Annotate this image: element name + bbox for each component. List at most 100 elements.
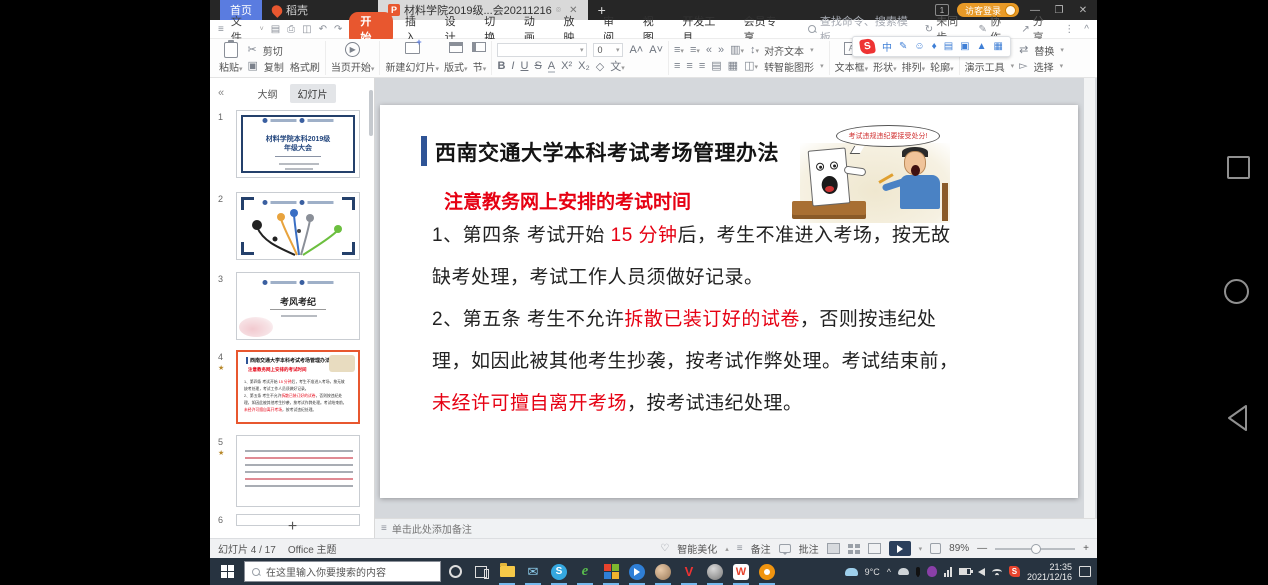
clock[interactable]: 21:352021/12/16 xyxy=(1027,562,1072,582)
indent-icon[interactable]: » xyxy=(718,45,724,56)
wps-button[interactable]: W xyxy=(729,558,753,585)
sogou-tray-icon[interactable]: S xyxy=(1009,566,1020,577)
zoom-slider[interactable] xyxy=(995,548,1075,550)
cortana-button[interactable] xyxy=(443,558,467,585)
store-button[interactable] xyxy=(599,558,623,585)
android-recents-button[interactable] xyxy=(1227,156,1250,179)
char-spacing-icon[interactable]: 文▾ xyxy=(610,58,625,74)
present-tools-button[interactable]: 演示工具 xyxy=(965,59,1005,74)
undo-icon[interactable]: ↶ xyxy=(319,24,327,35)
tray-expand-icon[interactable]: ^ xyxy=(887,567,891,577)
format-painter-button[interactable]: 格式刷 xyxy=(290,59,320,74)
browser-button[interactable] xyxy=(625,558,649,585)
mail-button[interactable]: ✉ xyxy=(521,558,545,585)
meeting-app-button[interactable] xyxy=(703,558,727,585)
italic-icon[interactable]: I xyxy=(511,60,514,72)
ie-button[interactable]: e xyxy=(573,558,597,585)
android-home-button[interactable] xyxy=(1224,279,1249,304)
columns-icon[interactable]: ◫▾ xyxy=(744,61,758,72)
ime-mic-icon[interactable]: ♦ xyxy=(932,41,937,52)
align-left-icon[interactable]: ≡ xyxy=(674,61,680,72)
zoom-in-button[interactable]: + xyxy=(1083,543,1089,554)
slide-thumbnail-3[interactable]: 考风考纪 xyxy=(236,272,360,340)
panel-scrollbar[interactable] xyxy=(369,90,373,136)
select-button[interactable]: 选择 xyxy=(1034,59,1054,74)
ime-emoji-icon[interactable]: ☺ xyxy=(914,41,924,52)
font-color-icon[interactable]: A xyxy=(548,60,555,72)
play-current-button[interactable]: ▶ 当页开始▾ xyxy=(331,42,375,74)
notes-toggle-button[interactable]: 备注 xyxy=(751,541,771,556)
taskbar-search[interactable]: 在这里输入你要搜索的内容 xyxy=(244,561,441,582)
superscript-icon[interactable]: X² xyxy=(561,60,572,72)
temperature-label[interactable]: 9°C xyxy=(865,567,880,577)
justify-icon[interactable]: ▤ xyxy=(711,61,721,72)
outdent-icon[interactable]: « xyxy=(706,45,712,56)
font-name-input[interactable]: ▾ xyxy=(497,43,587,57)
orange-app-button[interactable] xyxy=(755,558,779,585)
ime-skin-icon[interactable]: ▦ xyxy=(994,41,1003,52)
weather-icon[interactable] xyxy=(845,568,858,576)
fit-to-window-icon[interactable] xyxy=(930,543,941,554)
current-slide[interactable]: 西南交通大学本科考试考场管理办法 注意教务网上安排的考试时间 xyxy=(380,105,1078,498)
print-icon[interactable]: ⎙ xyxy=(287,24,295,35)
slide-thumbnail-4-selected[interactable]: 西南交通大学本科考试考场管理办法 注意教务网上安排的考试时间 1、第四条 考试开… xyxy=(236,350,360,424)
bold-icon[interactable]: B xyxy=(497,60,505,72)
battery-icon[interactable] xyxy=(959,568,971,575)
zoom-level[interactable]: 89% xyxy=(949,543,969,554)
ime-lang-icon[interactable]: 中 xyxy=(882,39,892,54)
ime-keyboard-icon[interactable]: ▤ xyxy=(944,41,953,52)
font-size-input[interactable]: 0▾ xyxy=(593,43,623,57)
panel-collapse-icon[interactable]: « xyxy=(218,87,224,99)
skype-button[interactable]: S xyxy=(547,558,571,585)
task-view-button[interactable] xyxy=(469,558,493,585)
subscript-icon[interactable]: X₂ xyxy=(578,60,590,72)
save-icon[interactable]: ▤ xyxy=(271,24,280,35)
preview-icon[interactable]: ◫ xyxy=(302,24,311,35)
cloud-sync-icon[interactable] xyxy=(898,568,909,575)
ime-clipboard-icon[interactable]: ▣ xyxy=(960,41,969,52)
canvas-scrollbar[interactable] xyxy=(1084,78,1095,518)
distribute-icon[interactable]: ▦ xyxy=(728,61,738,72)
align-center-icon[interactable]: ≡ xyxy=(686,61,692,72)
signal-icon[interactable] xyxy=(944,567,952,577)
beautify-button[interactable]: 智能美化 xyxy=(677,541,717,556)
slide-thumbnail-5[interactable] xyxy=(236,435,360,507)
layout-button[interactable]: 版式▾ xyxy=(444,42,468,74)
section-button[interactable]: 节▾ xyxy=(472,42,486,74)
to-smartart-button[interactable]: 转智能图形 xyxy=(764,59,814,74)
clear-format-icon[interactable]: ◇ xyxy=(596,60,604,73)
wifi-icon[interactable] xyxy=(992,569,1002,575)
copy-button[interactable]: 复制 xyxy=(264,59,284,74)
text-direction-icon[interactable]: ▥▾ xyxy=(730,45,744,56)
align-text-button[interactable]: 对齐文本 xyxy=(764,43,804,58)
tab-docer[interactable]: 稻壳 xyxy=(262,0,318,20)
start-button[interactable] xyxy=(210,558,244,585)
microphone-icon[interactable] xyxy=(916,567,920,576)
collapse-ribbon-icon[interactable]: ^ xyxy=(1084,24,1089,35)
normal-view-button[interactable] xyxy=(827,543,840,554)
more-icon[interactable]: ⋮ xyxy=(1064,24,1074,35)
cut-button[interactable]: 剪切 xyxy=(263,43,283,58)
tab-outline[interactable]: 大纲 xyxy=(250,84,286,103)
bullets-icon[interactable]: ≡▾ xyxy=(674,45,684,56)
slide-thumbnail-2[interactable] xyxy=(236,192,360,260)
ime-toolbox-icon[interactable]: ▲ xyxy=(977,41,987,52)
sogou-logo-icon[interactable]: S xyxy=(859,38,876,55)
shrink-font-icon[interactable]: A˅ xyxy=(649,44,663,56)
reading-view-button[interactable] xyxy=(868,543,881,554)
chat-app-button[interactable] xyxy=(651,558,675,585)
add-slide-button[interactable]: + xyxy=(210,518,375,536)
volume-icon[interactable] xyxy=(978,568,985,576)
replace-button[interactable]: 替换 xyxy=(1034,43,1054,58)
grow-font-icon[interactable]: A˄ xyxy=(629,44,643,56)
notes-bar[interactable]: ≡ 单击此处添加备注 xyxy=(375,518,1097,538)
redo-icon[interactable]: ↷ xyxy=(334,24,342,35)
sorter-view-button[interactable] xyxy=(848,544,860,554)
new-slide-button[interactable]: 新建幻灯片▾ xyxy=(385,42,439,74)
ime-pen-icon[interactable]: ✎ xyxy=(899,41,907,52)
tab-slides[interactable]: 幻灯片 xyxy=(290,84,336,103)
zoom-out-button[interactable]: — xyxy=(977,543,987,554)
paste-button[interactable]: 粘贴▾ xyxy=(219,42,243,74)
slide-thumbnail-1[interactable]: 材料学院本科2019级年级大会 xyxy=(236,110,360,178)
file-explorer-button[interactable] xyxy=(495,558,519,585)
